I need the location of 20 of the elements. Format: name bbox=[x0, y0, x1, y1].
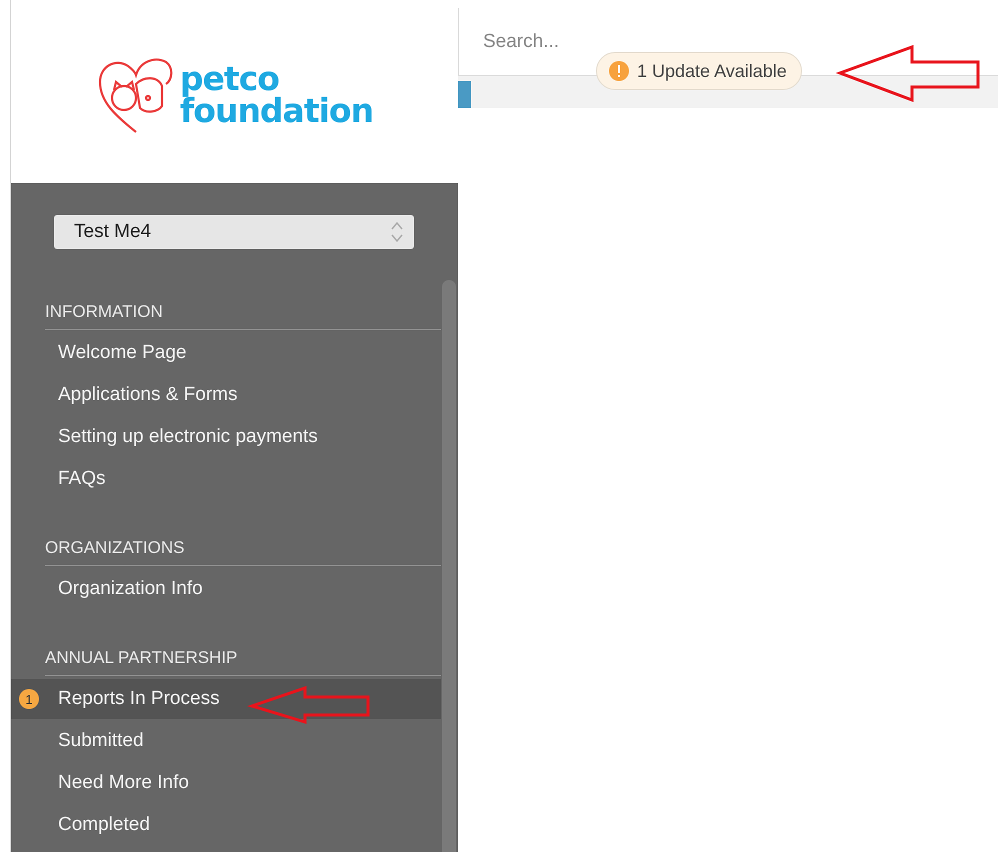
nav-item[interactable]: Completed bbox=[11, 805, 441, 845]
alert-icon bbox=[609, 61, 629, 81]
updown-chevron-icon bbox=[390, 220, 404, 244]
section-header: INFORMATION bbox=[45, 302, 163, 322]
scrollbar-thumb[interactable] bbox=[442, 280, 456, 852]
section-header: ANNUAL PARTNERSHIP bbox=[45, 648, 238, 668]
nav-item[interactable]: Organization Info bbox=[11, 569, 441, 609]
nav-item[interactable]: Submitted bbox=[11, 721, 441, 761]
update-notice[interactable]: 1 Update Available bbox=[596, 52, 802, 90]
nav-item[interactable]: Need More Info bbox=[11, 763, 441, 803]
nav-item[interactable]: Setting up electronic payments bbox=[11, 417, 441, 457]
nav-item[interactable]: FAQs bbox=[11, 459, 441, 499]
nav-item[interactable]: Applications & Forms bbox=[11, 375, 441, 415]
logo-text: petco bbox=[180, 62, 279, 94]
nav-item[interactable]: Welcome Page bbox=[11, 333, 441, 373]
organization-select[interactable]: Test Me4 bbox=[54, 215, 414, 249]
count-badge: 1 bbox=[19, 689, 39, 709]
section-header: ORGANIZATIONS bbox=[45, 538, 184, 558]
tab-marker bbox=[458, 81, 471, 108]
nav-item[interactable]: 1 Reports In Process bbox=[11, 679, 441, 719]
